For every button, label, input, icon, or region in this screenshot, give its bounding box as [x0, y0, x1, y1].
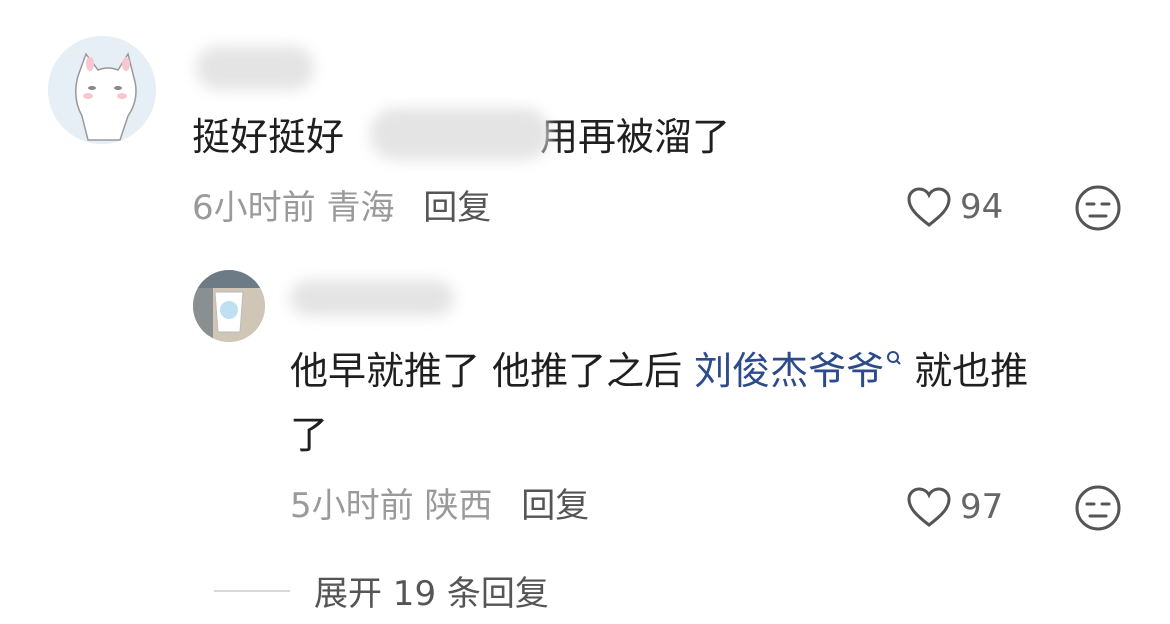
like-button[interactable]: 97 — [906, 486, 1003, 528]
comment-location: 陕西 — [424, 486, 493, 526]
username-redacted[interactable] — [290, 280, 454, 316]
comment-text-part: 挺好挺好 — [192, 115, 345, 159]
comment-text-part: 用再被溜了 — [540, 115, 731, 159]
meh-face-icon — [1075, 485, 1121, 531]
heart-icon — [907, 187, 951, 227]
comment-text: 他早就推了 他推了之后 刘俊杰爷爷 就也推 — [290, 342, 1028, 400]
avatar[interactable] — [48, 36, 156, 144]
cup-avatar-icon — [193, 270, 265, 342]
avatar[interactable] — [193, 270, 265, 342]
heart-icon — [907, 487, 951, 527]
search-icon — [887, 351, 901, 366]
expand-replies-button[interactable]: 展开 19 条回复 — [214, 566, 549, 615]
mention-link[interactable]: 刘俊杰爷爷 — [694, 349, 884, 393]
dislike-button[interactable] — [1074, 184, 1122, 236]
like-button[interactable]: 94 — [906, 186, 1003, 228]
comment-meta: 6小时前 青海 回复 — [192, 188, 491, 228]
comment-location: 青海 — [326, 188, 395, 228]
username-redacted[interactable] — [196, 46, 314, 90]
reply-button[interactable]: 回复 — [521, 486, 589, 526]
like-count: 94 — [960, 187, 1004, 227]
comment-meta: 5小时前 陕西 回复 — [290, 486, 589, 526]
cat-avatar-icon — [48, 36, 156, 144]
comment-text: 了 — [290, 406, 328, 464]
comment-text-part: 了 — [290, 413, 329, 457]
like-count: 97 — [960, 487, 1004, 527]
comment-time: 6小时前 — [192, 188, 316, 228]
dislike-button[interactable] — [1074, 484, 1122, 536]
expand-replies-label: 展开 19 条回复 — [314, 574, 549, 614]
meh-face-icon — [1075, 185, 1121, 231]
comment-time: 5小时前 — [290, 486, 414, 526]
comment-text-part: 他早就推了 他推了之后 — [290, 349, 695, 393]
redacted-text — [370, 108, 550, 160]
reply-button[interactable]: 回复 — [423, 188, 491, 228]
divider — [214, 589, 290, 592]
comment-text-part: 就也推 — [902, 349, 1029, 393]
